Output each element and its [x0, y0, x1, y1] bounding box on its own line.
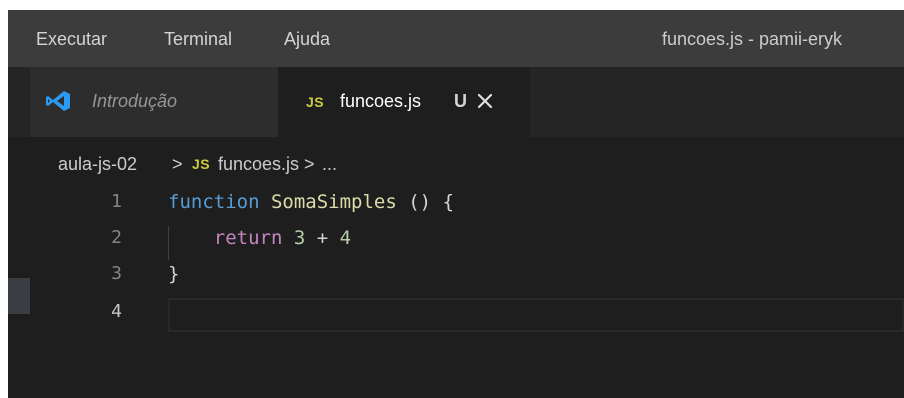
breadcrumb-folder[interactable]: aula-js-02 — [58, 152, 137, 176]
untracked-status-badge: U — [454, 91, 467, 111]
breadcrumb-symbols[interactable]: ... — [322, 152, 337, 176]
menu-executar[interactable]: Executar — [36, 28, 107, 50]
line-number: 2 — [111, 227, 122, 248]
keyword-token: function — [168, 191, 260, 213]
operator-token: + — [305, 227, 340, 249]
brace-token: { — [431, 191, 455, 213]
line-number: 1 — [111, 191, 122, 212]
tab-label: funcoes.js — [340, 91, 422, 111]
number-token: 4 — [339, 227, 352, 249]
title-bar: Executar Terminal Ajuda funcoes.js - pam… — [8, 10, 904, 67]
window-title: funcoes.js - pamii-eryk — [662, 29, 843, 49]
line-number: 3 — [111, 263, 122, 284]
function-name-token: SomaSimples — [259, 191, 409, 213]
menu-ajuda[interactable]: Ajuda — [284, 28, 330, 50]
return-keyword-token: return — [168, 227, 283, 249]
code-line: } — [168, 262, 179, 286]
editor-window: Executar Terminal Ajuda funcoes.js - pam… — [8, 10, 904, 398]
menu-terminal[interactable]: Terminal — [164, 28, 232, 50]
tab-bar: Introdução JS funcoes.js U — [8, 67, 904, 137]
breadcrumb-file[interactable]: funcoes.js — [218, 152, 299, 176]
scrollbar-marker — [8, 278, 30, 314]
tab-funcoes-js[interactable]: JS funcoes.js U — [278, 67, 530, 137]
code-editor[interactable]: 1 2 3 4 function SomaSimples () { return… — [8, 190, 904, 398]
paren-token: () — [408, 191, 432, 213]
vscode-icon — [46, 91, 70, 111]
current-line-highlight — [168, 298, 904, 332]
number-token: 3 — [282, 227, 306, 249]
js-file-icon: JS — [306, 94, 325, 110]
code-line: return 3 + 4 — [168, 226, 351, 250]
close-icon[interactable] — [474, 90, 496, 112]
tab-label: Introdução — [92, 91, 178, 111]
breadcrumb-separator: > — [172, 154, 183, 174]
code-line: function SomaSimples () { — [168, 190, 454, 214]
brace-token: } — [168, 263, 180, 285]
js-file-icon: JS — [192, 156, 211, 172]
line-number: 4 — [111, 301, 122, 322]
breadcrumb-separator: > — [304, 154, 315, 174]
tab-introducao[interactable]: Introdução — [30, 67, 278, 137]
